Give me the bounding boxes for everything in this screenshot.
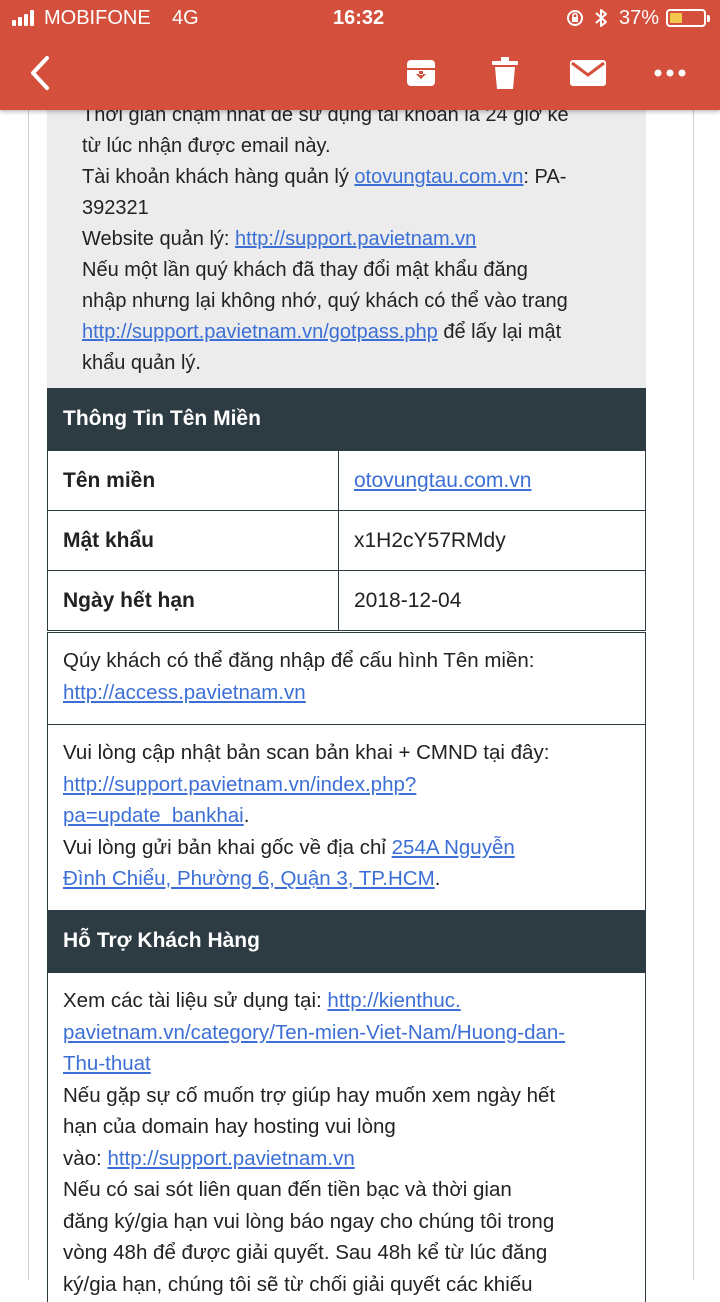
bluetooth-icon — [595, 9, 607, 27]
website-label: Website quản lý: — [82, 228, 236, 250]
help-prefix: vào: — [63, 1146, 108, 1170]
more-horizontal-icon — [654, 69, 686, 77]
access-link[interactable]: http://access.pavietnam.vn — [63, 681, 306, 704]
account-suffix: : PA- — [523, 166, 567, 188]
notice-line-2: từ lúc nhận được email này. — [82, 135, 331, 157]
account-domain-link[interactable]: otovungtau.com.vn — [354, 166, 523, 188]
money-line-4: ký/gia hạn, chúng tôi sẽ từ chối giải qu… — [63, 1272, 533, 1296]
status-bar: MOBIFONE 4G 16:32 37% — [0, 0, 720, 36]
docs-link-cont[interactable]: pavietnam.vn/category/Ten-mien-Viet-Nam/… — [63, 1021, 565, 1044]
top-app-bar: MOBIFONE 4G 16:32 37% — [0, 0, 720, 110]
carrier-name: MOBIFONE — [44, 7, 151, 29]
expiry-label: Ngày hết hạn — [47, 570, 339, 631]
forgot-suffix: để lấy lại mật — [437, 321, 562, 343]
forgot-line-4: khẩu quản lý. — [82, 352, 201, 374]
archive-icon — [407, 60, 435, 86]
clock: 16:32 — [333, 7, 385, 29]
notice-website-line: Website quản lý: http://support.pavietna… — [82, 224, 622, 255]
docs-text: Xem các tài liệu sử dụng tại: — [63, 989, 328, 1012]
money-line-3: vòng 48h để được giải quyết. Sau 48h kể … — [63, 1241, 548, 1264]
trash-icon — [492, 57, 518, 89]
support-website-link[interactable]: http://support.pavietnam.vn — [235, 228, 476, 250]
table-row: Tên miền otovungtau.com.vn — [47, 450, 646, 511]
signal-strength-icon — [12, 10, 36, 26]
account-id: 392321 — [82, 197, 149, 219]
help-line-2: hạn của domain hay hosting vui lòng — [63, 1115, 396, 1138]
money-line-1: Nếu có sai sót liên quan đến tiền bạc và… — [63, 1178, 512, 1201]
address-link[interactable]: 254A Nguyễn — [392, 836, 515, 859]
archive-button[interactable] — [400, 50, 442, 96]
scan-period: . — [243, 804, 250, 827]
account-notice: Thời gian chậm nhất để sử dụng tài khoản… — [47, 90, 646, 388]
support-header: Hỗ Trợ Khách Hàng — [47, 910, 646, 972]
rotation-lock-icon — [567, 10, 583, 26]
gotpass-link[interactable]: http://support.pavietnam.vn/gotpass.php — [82, 321, 438, 343]
support-box: Xem các tài liệu sử dụng tại: http://kie… — [47, 972, 646, 1302]
money-line-2: đăng ký/gia hạn vui lòng báo ngay cho ch… — [63, 1209, 555, 1233]
domain-label: Tên miền — [47, 450, 339, 511]
battery-percent: 37% — [619, 7, 660, 29]
send-text: Vui lòng gửi bản khai gốc về địa chỉ — [63, 835, 392, 859]
delete-button[interactable] — [484, 50, 526, 96]
domain-info-header: Thông Tin Tên Miền — [47, 388, 646, 450]
update-bankhai-link-cont[interactable]: pa=update_bankhai — [63, 804, 244, 827]
battery-icon — [666, 9, 710, 27]
update-bankhai-link[interactable]: http://support.pavietnam.vn/index.php? — [63, 773, 416, 796]
login-text: Qúy khách có thể đăng nhập để cấu hình T… — [63, 649, 535, 672]
more-options-button[interactable] — [650, 50, 690, 96]
password-value: x1H2cY57RMdy — [338, 510, 646, 571]
scan-box: Vui lòng cập nhật bản scan bản khai + CM… — [47, 724, 646, 912]
password-label: Mật khẩu — [47, 510, 339, 571]
domain-info-table: Tên miền otovungtau.com.vn Mật khẩu x1H2… — [47, 450, 646, 631]
docs-link-end[interactable]: Thu-thuat — [63, 1052, 151, 1075]
mark-unread-button[interactable] — [566, 50, 610, 96]
help-support-link[interactable]: http://support.pavietnam.vn — [107, 1147, 354, 1170]
scan-text: Vui lòng cập nhật bản scan bản khai + CM… — [63, 741, 550, 764]
table-row: Ngày hết hạn 2018-12-04 — [47, 570, 646, 631]
login-box: Qúy khách có thể đăng nhập để cấu hình T… — [47, 632, 646, 726]
battery-level-fill — [670, 13, 682, 23]
expiry-value: 2018-12-04 — [338, 570, 646, 631]
account-prefix: Tài khoản khách hàng quản lý — [82, 166, 355, 188]
table-row: Mật khẩu x1H2cY57RMdy — [47, 510, 646, 571]
forgot-line-2: nhập nhưng lại không nhớ, quý khách có t… — [82, 290, 568, 312]
help-line-1: Nếu gặp sự cố muốn trợ giúp hay muốn xem… — [63, 1083, 556, 1107]
address-period: . — [434, 867, 441, 890]
email-body: Thời gian chậm nhất để sử dụng tài khoản… — [0, 0, 720, 1302]
email-frame-left-border — [28, 90, 29, 1280]
email-frame-right-border — [693, 90, 694, 1280]
forgot-line-3: http://support.pavietnam.vn/gotpass.php … — [82, 317, 622, 348]
docs-link[interactable]: http://kienthuc. — [327, 989, 460, 1012]
forgot-line-1: Nếu một lần quý khách đã thay đổi mật kh… — [82, 259, 528, 281]
envelope-icon — [570, 60, 606, 86]
back-button[interactable] — [20, 50, 60, 96]
notice-account-line: Tài khoản khách hàng quản lý otovungtau.… — [82, 162, 622, 193]
domain-value-link[interactable]: otovungtau.com.vn — [354, 469, 531, 492]
chevron-left-icon — [31, 56, 49, 90]
address-link-cont[interactable]: Đình Chiểu, Phường 6, Quận 3, TP.HCM — [63, 867, 435, 890]
network-type: 4G — [172, 7, 199, 29]
